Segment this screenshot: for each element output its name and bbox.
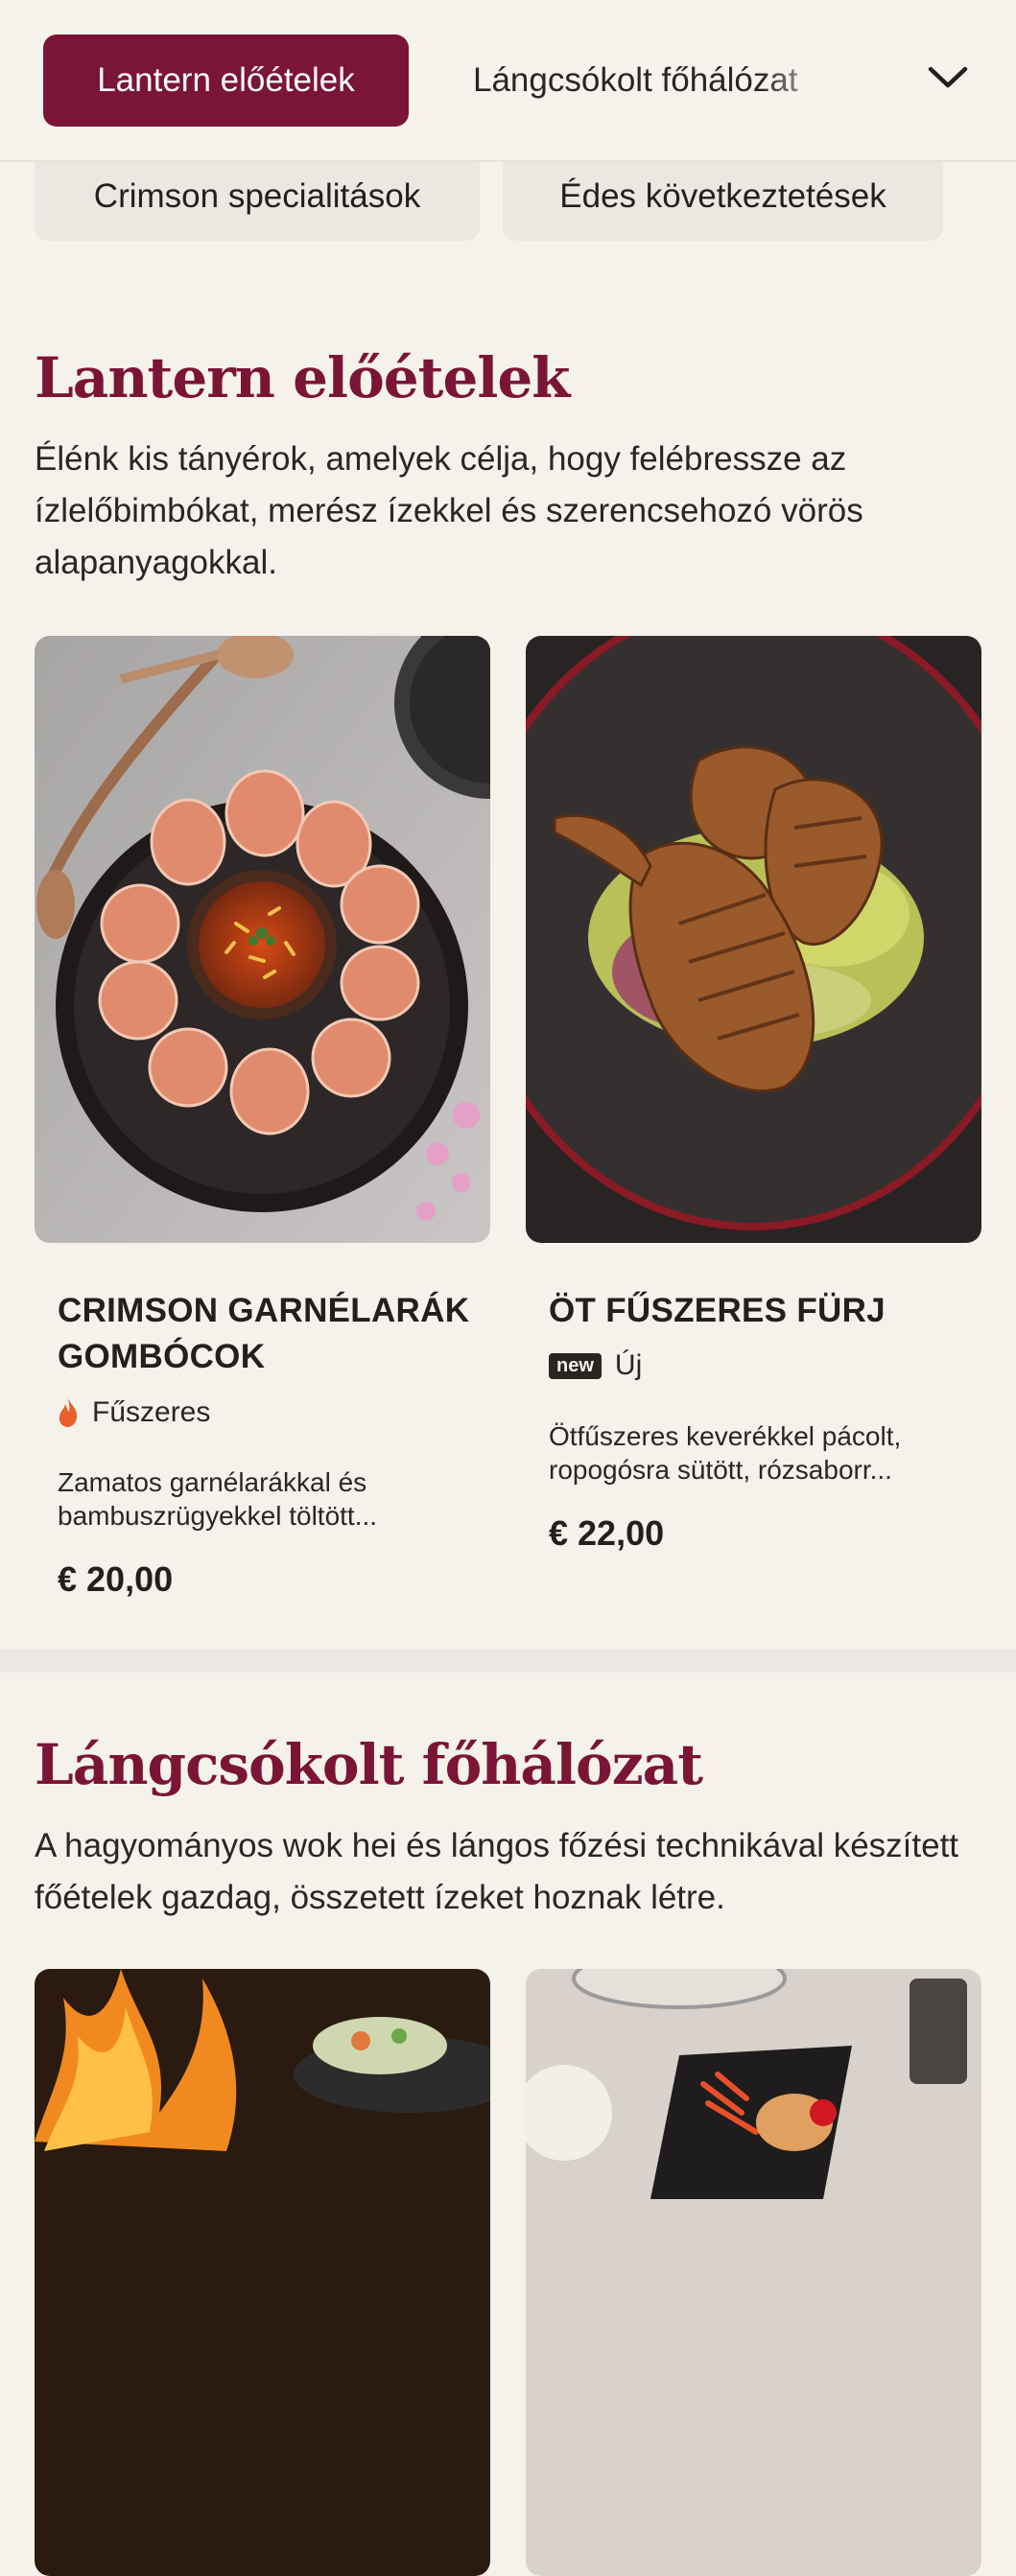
category-nav-bar: Lantern előételek Lángcsókolt főhálózat [0, 0, 1016, 162]
section-title-langcsokolt: Lángcsókolt főhálózat [35, 1732, 703, 1797]
category-tab-lantern[interactable]: Lantern előételek [43, 35, 409, 127]
dish-name-dumplings[interactable]: CRIMSON GARNÉLARÁK GOMBÓCOK [58, 1288, 499, 1380]
dish-tag-new: new Új [549, 1349, 642, 1382]
section-title-lantern: Lantern előételek [35, 345, 570, 410]
flame-icon [59, 1398, 78, 1427]
dish-tag-spicy: Fűszeres [58, 1396, 210, 1429]
dish-tag-label: Új [614, 1349, 643, 1381]
new-badge: new [549, 1352, 602, 1379]
section-description-lantern: Élénk kis tányérok, amelyek célja, hogy … [35, 440, 863, 581]
chevron-down-icon [928, 66, 968, 88]
category-tab-langcsokolt[interactable]: Lángcsókolt főhálózat [473, 35, 842, 127]
section-divider [0, 1650, 1016, 1673]
category-chips-row: Crimson specialitások Édes következtetés… [0, 162, 1016, 241]
category-chip-edes[interactable]: Édes következtetések [503, 162, 943, 241]
section-description-langcsokolt: A hagyományos wok hei és lángos főzési t… [35, 1827, 959, 1916]
dish-price-dumplings: € 20,00 [58, 1559, 174, 1599]
dish-image-wok-plate[interactable] [526, 1969, 981, 2576]
dish-description-quail: Ötfűszeres keverékkel pácolt, ropogósra … [549, 1421, 902, 1485]
category-chip-crimson[interactable]: Crimson specialitások [35, 162, 480, 241]
dish-image-dumplings[interactable] [35, 636, 490, 1243]
category-dropdown-button[interactable] [916, 46, 980, 109]
dish-name-quail[interactable]: ÖT FŰSZERES FÜRJ [549, 1288, 971, 1334]
dish-image-quail[interactable] [526, 636, 981, 1243]
dish-price-quail: € 22,00 [549, 1513, 665, 1553]
dish-description-dumplings: Zamatos garnélarákkal és bambuszrügyekke… [58, 1467, 378, 1531]
dish-image-flame-wok[interactable] [35, 1969, 490, 2576]
dish-tag-label: Fűszeres [92, 1396, 211, 1428]
